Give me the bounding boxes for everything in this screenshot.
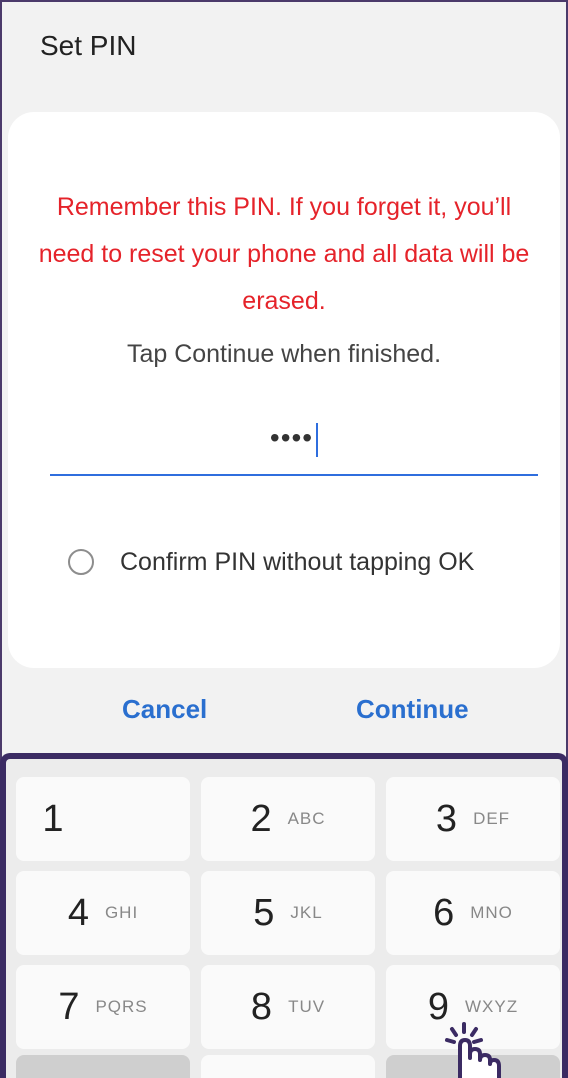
key-4[interactable]: 4 GHI: [16, 871, 190, 955]
page-title: Set PIN: [40, 30, 137, 61]
key-3-number: 3: [435, 797, 458, 840]
text-caret: [316, 422, 319, 457]
continue-button[interactable]: Continue: [356, 694, 469, 725]
key-5-letters: JKL: [290, 903, 323, 922]
key-7[interactable]: 7 PQRS: [16, 965, 190, 1049]
key-7-letters: PQRS: [95, 997, 148, 1016]
dialog-actions: Cancel Continue: [0, 694, 568, 738]
warning-text: Remember this PIN. If you forget it, you…: [38, 193, 530, 315]
confirm-pin-label: Confirm PIN without tapping OK: [120, 547, 475, 576]
key-3[interactable]: 3 DEF: [386, 777, 560, 861]
key-6-number: 6: [433, 891, 455, 934]
hint-text: Tap Continue when finished.: [126, 340, 442, 368]
key-8-letters: TUV: [288, 997, 326, 1016]
pin-value-display: ••••: [50, 422, 538, 457]
key-8-number: 8: [250, 985, 273, 1028]
key-3-letters: DEF: [473, 809, 511, 828]
key-2[interactable]: 2 ABC: [201, 777, 375, 861]
key-bottom-left[interactable]: [16, 1055, 190, 1078]
pin-dialog-card: Remember this PIN. If you forget it, you…: [8, 112, 560, 668]
pin-dots: ••••: [269, 422, 314, 453]
key-5[interactable]: 5 JKL: [201, 871, 375, 955]
cancel-button[interactable]: Cancel: [122, 694, 207, 725]
key-7-number: 7: [58, 985, 80, 1028]
key-4-letters: GHI: [104, 903, 139, 922]
pin-input[interactable]: ••••: [50, 412, 538, 476]
key-8[interactable]: 8 TUV: [201, 965, 375, 1049]
key-0[interactable]: [201, 1055, 375, 1078]
radio-unchecked-icon[interactable]: [68, 549, 94, 575]
key-2-letters: ABC: [287, 809, 326, 828]
key-9-letters: WXYZ: [465, 997, 519, 1016]
tap-hand-icon: [445, 1022, 501, 1078]
key-6-letters: MNO: [470, 903, 513, 922]
confirm-pin-option[interactable]: Confirm PIN without tapping OK: [68, 542, 474, 582]
key-5-number: 5: [253, 891, 275, 934]
key-4-number: 4: [67, 891, 89, 934]
key-2-number: 2: [250, 797, 272, 840]
key-1[interactable]: 1: [16, 777, 190, 861]
key-6[interactable]: 6 MNO: [386, 871, 560, 955]
key-1-number: 1: [42, 797, 64, 840]
